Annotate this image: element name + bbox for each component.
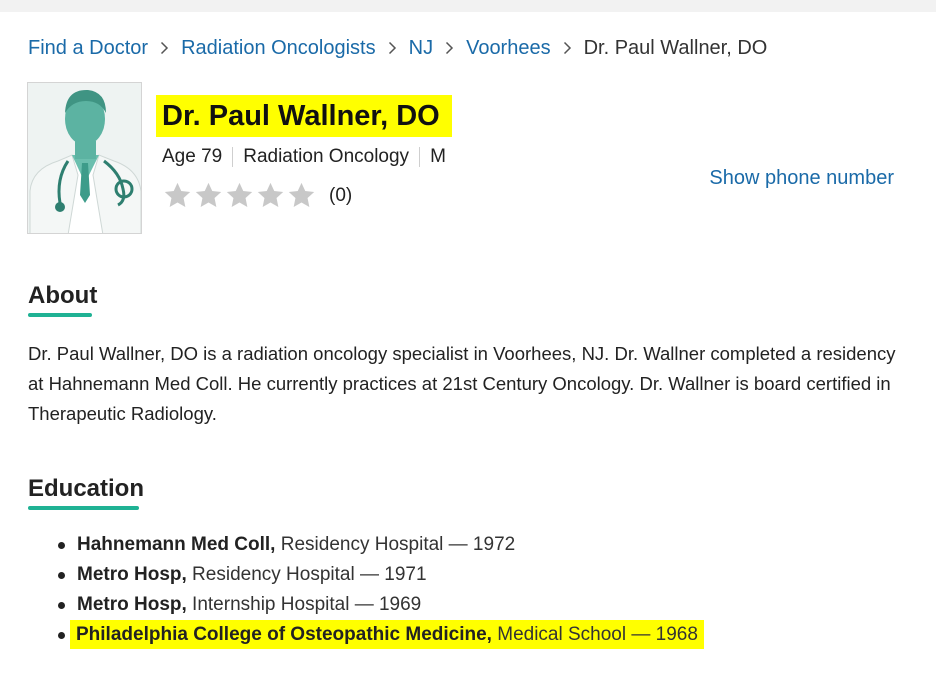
education-detail: Residency Hospital — 1972	[275, 534, 516, 555]
doctor-placeholder-icon	[29, 89, 141, 233]
rating: (0)	[162, 181, 352, 210]
star-rating[interactable]	[162, 181, 317, 210]
education-school: Hahnemann Med Coll,	[77, 534, 276, 555]
meta-divider	[232, 147, 234, 167]
education-school: Metro Hosp,	[77, 594, 187, 615]
education-list: Hahnemann Med Coll, Residency Hospital —…	[58, 530, 704, 650]
about-text: Dr. Paul Wallner, DO is a radiation onco…	[28, 343, 896, 424]
education-item: Hahnemann Med Coll, Residency Hospital —…	[58, 530, 704, 560]
meta-divider	[419, 147, 421, 167]
review-count: (0)	[329, 184, 353, 206]
doctor-specialty: Radiation Oncology	[243, 146, 410, 167]
chevron-right-icon	[376, 36, 409, 60]
breadcrumb-find-a-doctor[interactable]: Find a Doctor	[28, 36, 148, 60]
chevron-right-icon	[551, 36, 584, 60]
doctor-name-highlight: Dr. Paul Wallner, DO	[156, 95, 452, 137]
doctor-age: Age 79	[162, 146, 223, 167]
star-icon[interactable]	[193, 181, 224, 210]
doctor-gender: M	[430, 146, 446, 167]
breadcrumb: Find a Doctor Radiation Oncologists NJ V…	[28, 36, 767, 60]
breadcrumb-voorhees[interactable]: Voorhees	[466, 36, 551, 60]
doctor-name: Dr. Paul Wallner, DO	[162, 99, 440, 132]
profile-page: Find a Doctor Radiation Oncologists NJ V…	[0, 12, 936, 675]
breadcrumb-radiation-oncologists[interactable]: Radiation Oncologists	[181, 36, 376, 60]
education-detail: Residency Hospital — 1971	[186, 564, 427, 585]
doctor-avatar	[27, 82, 142, 234]
doctor-meta: Age 79 Radiation Oncology M	[162, 146, 446, 168]
star-icon[interactable]	[224, 181, 255, 210]
star-icon[interactable]	[286, 181, 317, 210]
education-underline	[28, 506, 139, 510]
star-icon[interactable]	[255, 181, 286, 210]
education-school: Philadelphia College of Osteopathic Medi…	[76, 624, 492, 645]
about-heading: About	[28, 282, 98, 309]
education-item: Metro Hosp, Residency Hospital — 1971	[58, 560, 704, 590]
education-item-highlighted: Philadelphia College of Osteopathic Medi…	[58, 620, 704, 650]
education-heading: Education	[28, 475, 145, 502]
chevron-right-icon	[148, 36, 181, 60]
show-phone-number-link[interactable]: Show phone number	[709, 167, 894, 190]
education-school: Metro Hosp,	[77, 564, 187, 585]
education-item: Metro Hosp, Internship Hospital — 1969	[58, 590, 704, 620]
star-icon[interactable]	[162, 181, 193, 210]
breadcrumb-nj[interactable]: NJ	[409, 36, 433, 60]
about-underline	[28, 313, 92, 317]
chevron-right-icon	[433, 36, 466, 60]
breadcrumb-current: Dr. Paul Wallner, DO	[583, 37, 768, 59]
education-detail: Internship Hospital — 1969	[186, 594, 422, 615]
education-detail: Medical School — 1968	[491, 624, 698, 645]
